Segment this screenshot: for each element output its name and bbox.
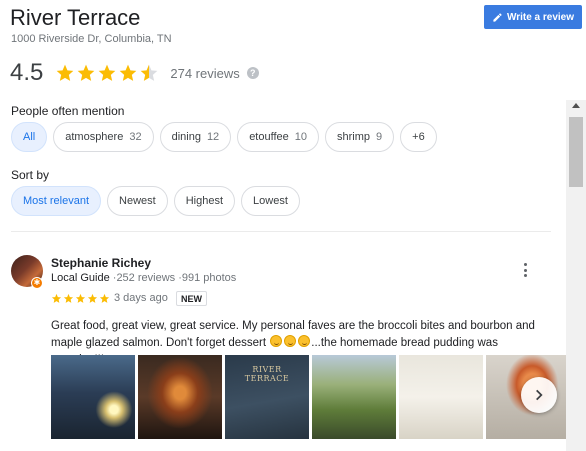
- smiley-emoji-icon: [298, 335, 311, 347]
- chip-label: atmosphere: [65, 131, 124, 143]
- smiley-emoji-icon: [284, 335, 297, 347]
- star-icon: [57, 64, 74, 81]
- new-badge: NEW: [176, 291, 207, 306]
- reviewer-name[interactable]: Stephanie Richey: [51, 256, 151, 270]
- chip-count: 10: [294, 131, 307, 143]
- place-title: River Terrace: [10, 5, 141, 30]
- reviews-scroll-pane[interactable]: People often mention All atmosphere 32 di…: [0, 100, 566, 451]
- sort-lowest[interactable]: Lowest: [241, 186, 300, 216]
- sort-highest[interactable]: Highest: [173, 186, 236, 216]
- chip-label: dining: [171, 131, 201, 143]
- write-review-button[interactable]: Write a review: [484, 5, 582, 29]
- star-icon: [99, 64, 116, 81]
- review-photo[interactable]: [51, 355, 135, 439]
- menu-photo-text: RIVER TERRACE: [244, 365, 290, 383]
- chip-count: 12: [206, 131, 220, 143]
- star-icon: [75, 293, 86, 303]
- chip-label: shrimp: [337, 131, 371, 143]
- review-photo[interactable]: [399, 355, 483, 439]
- chip-etouffee[interactable]: etouffee 10: [237, 122, 319, 152]
- chip-shrimp[interactable]: shrimp 9: [325, 122, 395, 152]
- scroll-up-arrow-icon[interactable]: [572, 103, 580, 108]
- star-icon: [78, 64, 95, 81]
- scrollbar[interactable]: [566, 100, 586, 451]
- review-time: 3 days ago: [114, 292, 168, 304]
- divider: [11, 231, 551, 232]
- more-options-icon[interactable]: [520, 263, 530, 277]
- rating-stars: [55, 63, 159, 83]
- review-count[interactable]: 274 reviews: [170, 66, 239, 81]
- chip-atmosphere[interactable]: atmosphere 32: [53, 122, 154, 152]
- pencil-icon: [493, 12, 502, 22]
- reviewer-photo-count: ·991 photos: [178, 272, 237, 284]
- local-guide-badge-icon: ✱: [31, 277, 43, 289]
- half-star-icon: [141, 64, 158, 81]
- chip-count: 32: [129, 131, 142, 143]
- mentions-label: People often mention: [11, 104, 125, 118]
- review-photos: RIVER TERRACE: [51, 355, 566, 439]
- rating-summary: 4.5 274 reviews ?: [10, 59, 259, 87]
- write-review-label: Write a review: [506, 11, 575, 23]
- review-photo[interactable]: RIVER TERRACE: [225, 355, 309, 439]
- chevron-right-icon: [536, 389, 543, 401]
- sort-label: Sort by: [11, 168, 50, 182]
- sort-options: Most relevant Newest Highest Lowest: [11, 186, 300, 216]
- sort-most-relevant[interactable]: Most relevant: [11, 186, 102, 216]
- review-photo[interactable]: [312, 355, 396, 439]
- reviewer-review-count: ·252 reviews: [112, 272, 176, 284]
- place-address: 1000 Riverside Dr, Columbia, TN: [11, 33, 172, 45]
- reviewer-meta: Local Guide ·252 reviews ·991 photos: [51, 272, 236, 284]
- chip-label: +6: [412, 131, 425, 143]
- chip-dining[interactable]: dining 12: [159, 122, 232, 152]
- star-icon: [87, 293, 98, 303]
- star-icon: [120, 64, 137, 81]
- rating-value: 4.5: [10, 59, 44, 86]
- chip-count: 9: [376, 131, 383, 143]
- mention-chips: All atmosphere 32 dining 12 etouffee 10 shr…: [11, 122, 437, 152]
- next-photos-button[interactable]: [521, 377, 557, 413]
- scroll-thumb[interactable]: [569, 117, 583, 187]
- review-photo[interactable]: [138, 355, 222, 439]
- local-guide-label: Local Guide: [51, 272, 110, 284]
- chip-more[interactable]: +6: [400, 122, 437, 152]
- smiley-emoji-icon: [270, 335, 283, 347]
- star-icon: [51, 293, 62, 303]
- star-icon: [99, 293, 110, 303]
- star-icon: [63, 293, 74, 303]
- chip-label: etouffee: [249, 131, 289, 143]
- sort-newest[interactable]: Newest: [107, 186, 168, 216]
- review-stars: [51, 293, 110, 304]
- help-icon[interactable]: ?: [246, 67, 259, 79]
- chip-all[interactable]: All: [11, 122, 48, 152]
- chip-label: All: [23, 131, 36, 143]
